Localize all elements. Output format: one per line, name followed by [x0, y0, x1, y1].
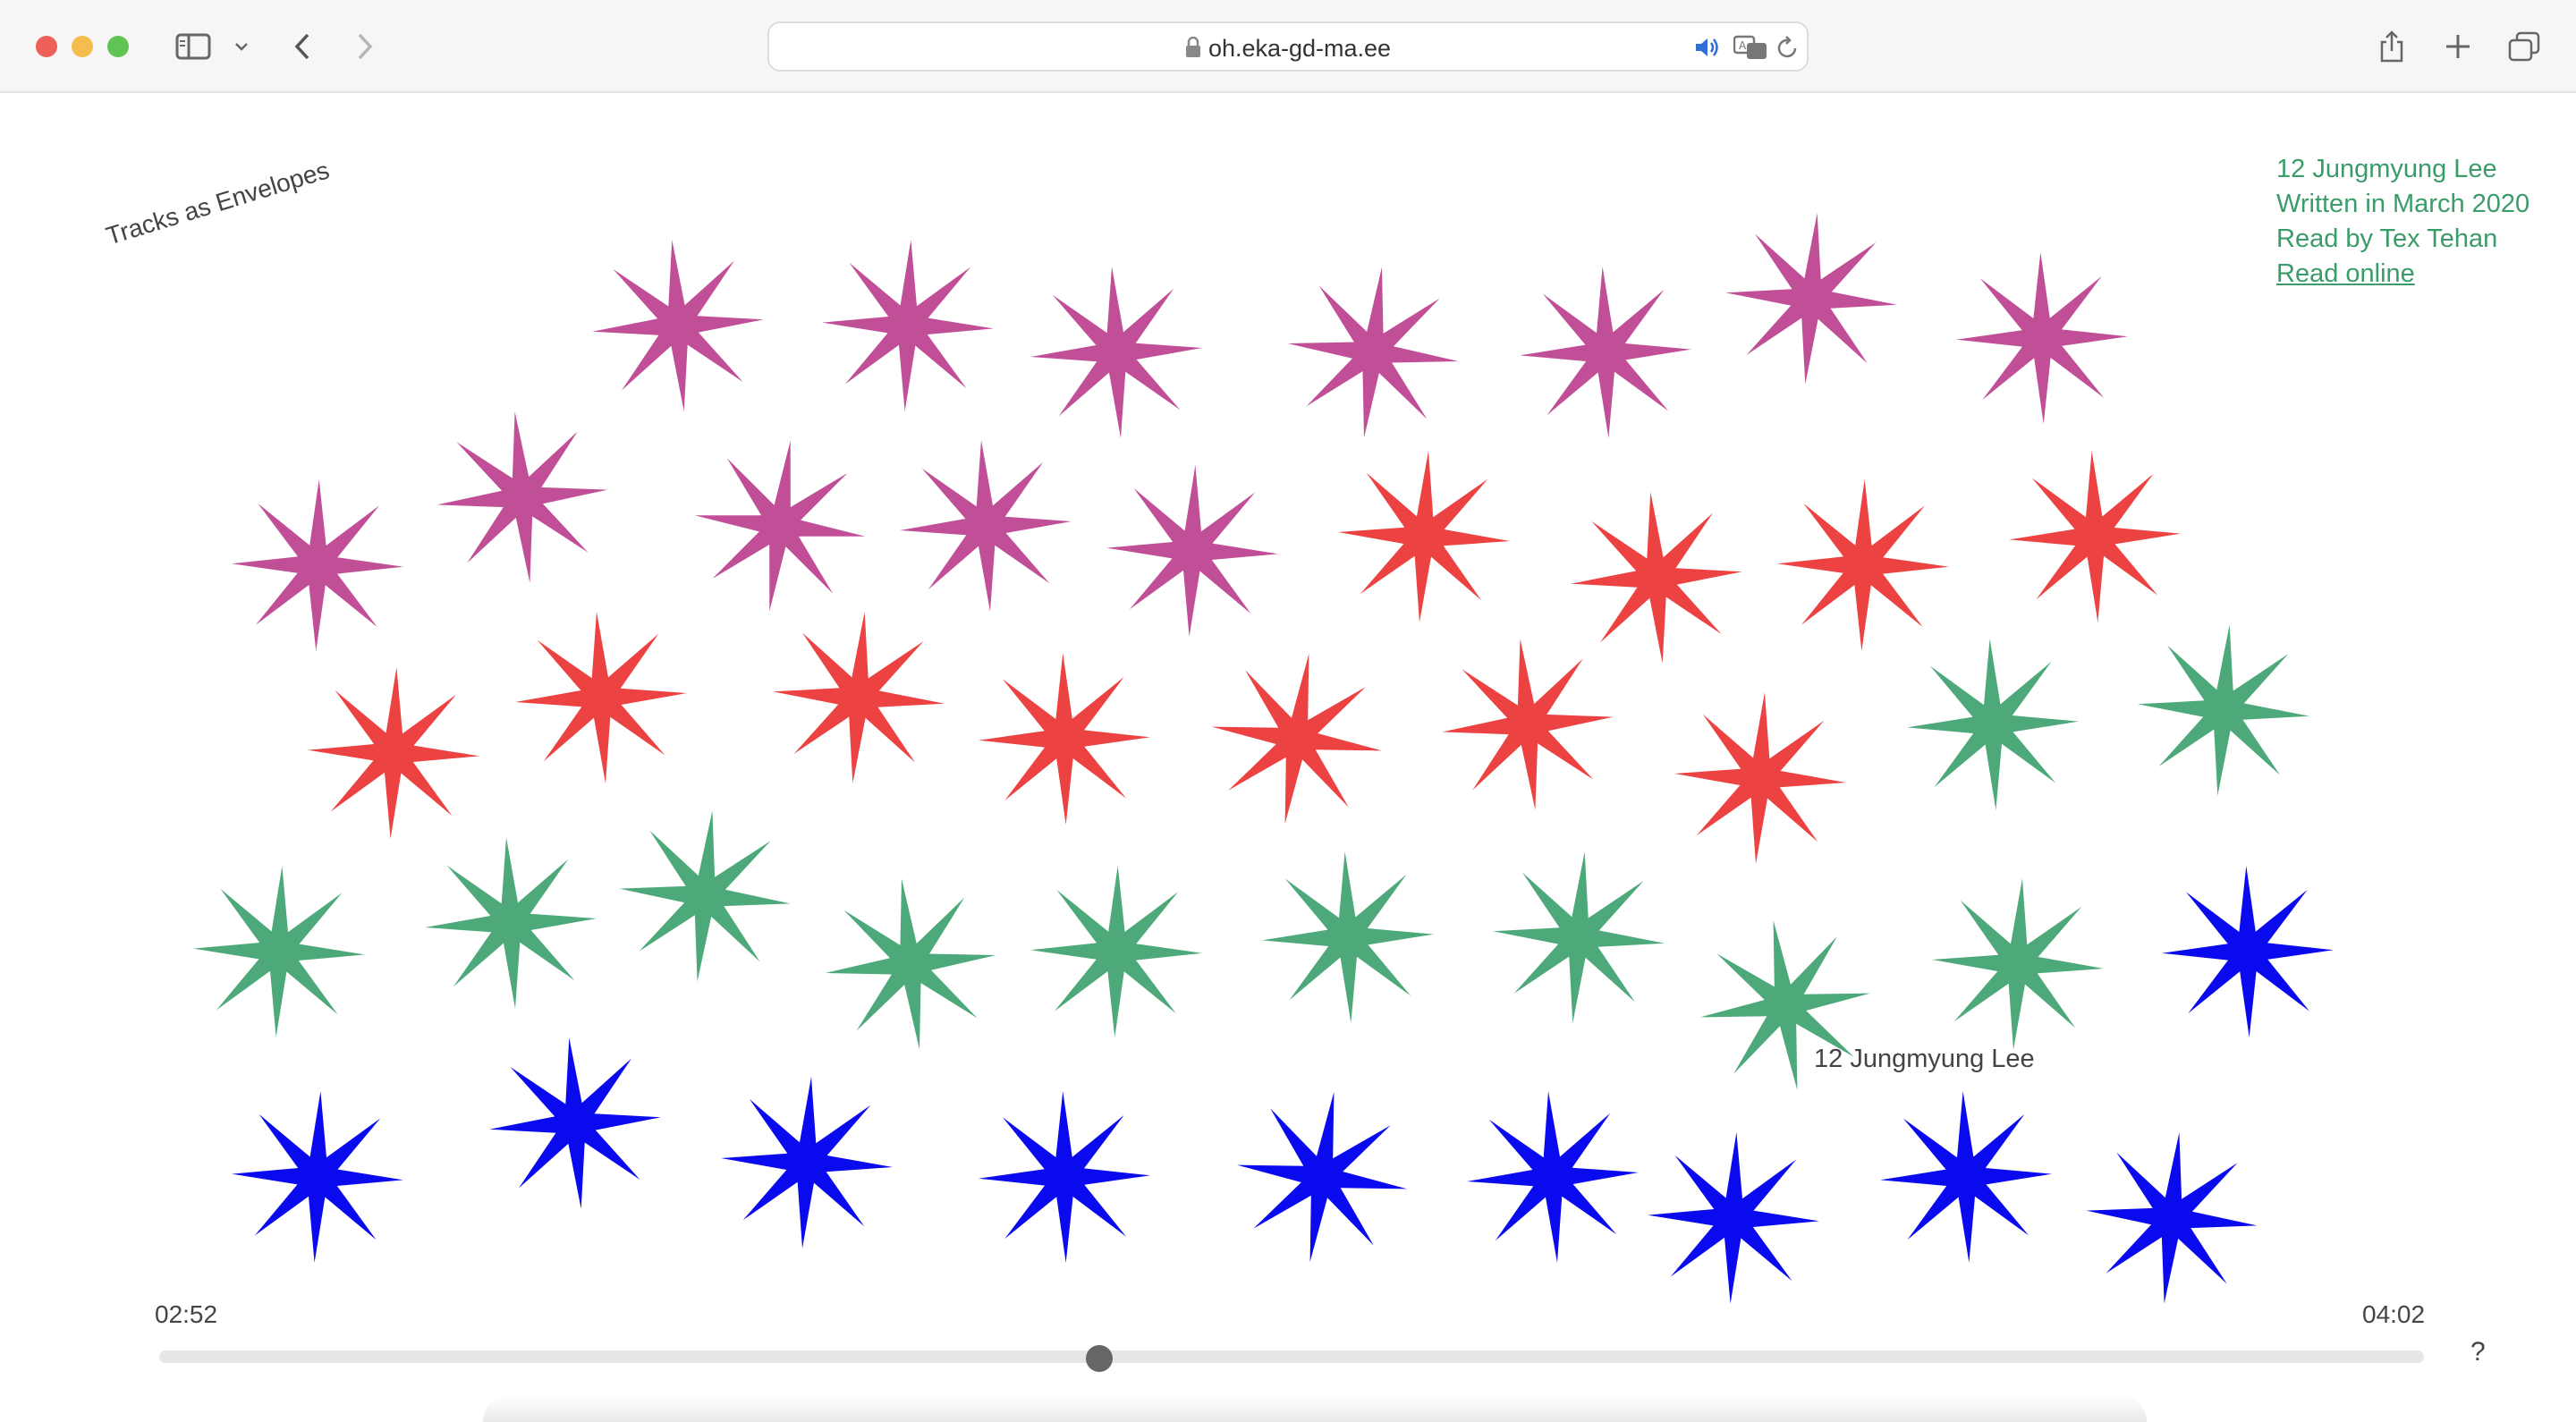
credit-reader: Read by Tex Tehan — [2276, 224, 2498, 253]
star-green-29[interactable] — [1030, 866, 1202, 1037]
star-red-13[interactable] — [1571, 492, 1742, 664]
star-field — [193, 213, 2334, 1304]
help-button[interactable]: ? — [2470, 1337, 2486, 1367]
star-purple-4[interactable] — [1520, 267, 1691, 438]
star-green-23[interactable] — [1907, 639, 2079, 810]
star-purple-0[interactable] — [592, 240, 764, 411]
star-purple-6[interactable] — [1956, 252, 2128, 424]
star-green-33[interactable] — [1932, 878, 2104, 1050]
credits-panel: 12 Jungmyung Lee Written in March 2020 R… — [2276, 152, 2529, 292]
star-purple-11[interactable] — [1106, 465, 1278, 637]
credit-track-name: 12 Jungmyung Lee — [2276, 155, 2497, 183]
progress-track[interactable] — [159, 1350, 2424, 1363]
star-red-19[interactable] — [979, 653, 1150, 825]
star-red-20[interactable] — [1211, 653, 1383, 825]
star-blue-34[interactable] — [2162, 866, 2334, 1037]
star-red-14[interactable] — [1777, 479, 1949, 651]
star-purple-5[interactable] — [1725, 213, 1897, 385]
star-purple-9[interactable] — [694, 440, 866, 612]
star-red-18[interactable] — [773, 612, 945, 783]
star-purple-10[interactable] — [900, 440, 1072, 612]
star-red-21[interactable] — [1442, 639, 1614, 810]
star-blue-43[interactable] — [2086, 1132, 2258, 1304]
star-purple-3[interactable] — [1287, 267, 1459, 438]
star-green-24[interactable] — [2138, 624, 2309, 796]
star-blue-35[interactable] — [232, 1091, 403, 1263]
star-purple-2[interactable] — [1030, 267, 1202, 438]
star-green-26[interactable] — [425, 837, 597, 1009]
star-blue-39[interactable] — [1236, 1091, 1408, 1263]
star-green-28[interactable] — [825, 878, 996, 1050]
star-green-27[interactable] — [619, 810, 791, 982]
star-red-22[interactable] — [1674, 692, 1846, 864]
credit-written: Written in March 2020 — [2276, 190, 2530, 218]
read-online-link[interactable]: Read online — [2276, 257, 2529, 292]
star-red-17[interactable] — [515, 612, 687, 783]
star-red-16[interactable] — [308, 667, 479, 839]
star-blue-40[interactable] — [1467, 1091, 1639, 1263]
star-purple-8[interactable] — [436, 411, 608, 583]
star-red-15[interactable] — [2009, 451, 2181, 622]
star-red-12[interactable] — [1338, 451, 1510, 622]
star-green-30[interactable] — [1262, 851, 1434, 1023]
star-blue-36[interactable] — [489, 1037, 661, 1209]
star-blue-38[interactable] — [979, 1091, 1150, 1263]
elapsed-time: 02:52 — [155, 1300, 218, 1328]
star-green-31[interactable] — [1493, 851, 1665, 1023]
star-blue-42[interactable] — [1880, 1091, 2052, 1263]
star-blue-37[interactable] — [721, 1077, 893, 1248]
star-purple-7[interactable] — [232, 479, 403, 651]
star-purple-1[interactable] — [822, 240, 994, 411]
bottom-shadow — [483, 1395, 2147, 1422]
star-green-25[interactable] — [193, 866, 365, 1037]
total-time: 04:02 — [2362, 1300, 2426, 1328]
star-blue-41[interactable] — [1648, 1132, 1819, 1304]
progress-thumb[interactable] — [1085, 1345, 1113, 1372]
hover-track-label: 12 Jungmyung Lee — [1814, 1045, 2035, 1073]
